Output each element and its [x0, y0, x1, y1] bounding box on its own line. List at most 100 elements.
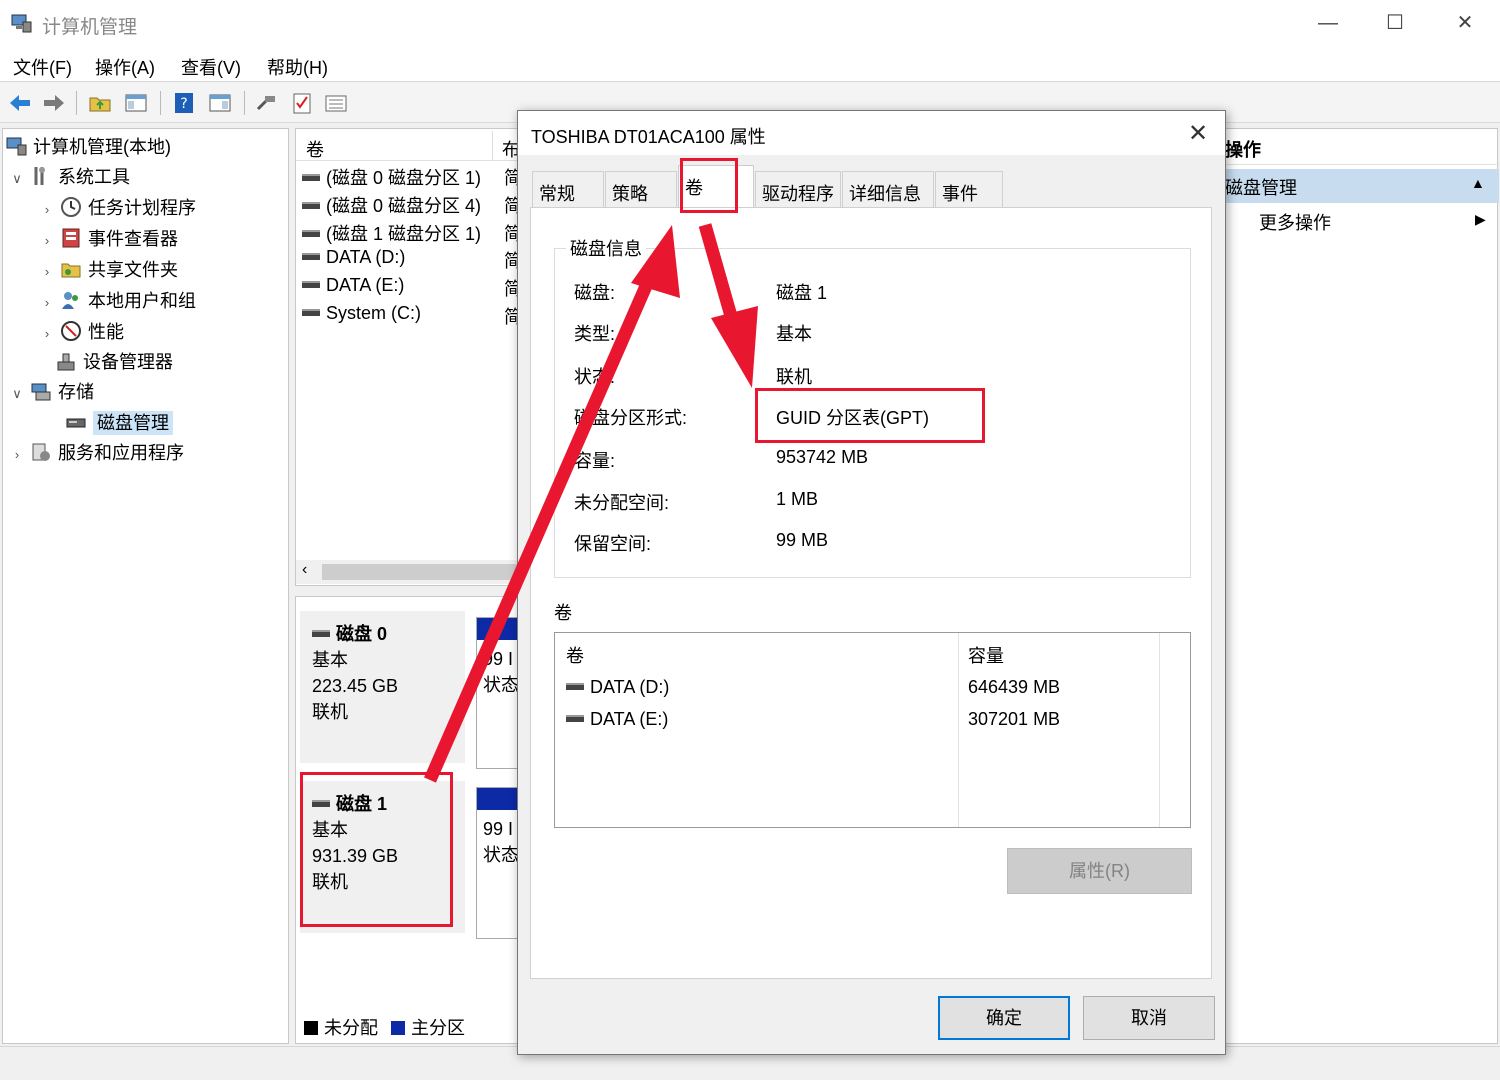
- menu-help[interactable]: 帮助(H): [267, 54, 328, 80]
- volume-row[interactable]: (磁盘 0 磁盘分区 4) 简: [302, 192, 522, 218]
- unallocated-swatch: [304, 1021, 318, 1035]
- dialog-close-icon[interactable]: ✕: [1188, 119, 1208, 148]
- show-hide-tree-icon[interactable]: [124, 91, 148, 115]
- scroll-left-icon[interactable]: ‹: [302, 561, 307, 579]
- actions-header: 操作: [1221, 129, 1499, 165]
- drive-icon: [312, 630, 330, 637]
- computer-management-icon: [11, 14, 32, 33]
- chevron-right-icon[interactable]: ›: [39, 258, 55, 286]
- tab-details[interactable]: 详细信息: [842, 171, 934, 207]
- actions-group-disk-management[interactable]: 磁盘管理 ▲: [1221, 169, 1499, 203]
- scrollbar-thumb[interactable]: [322, 564, 522, 580]
- tree-performance[interactable]: › 性能: [39, 318, 124, 346]
- field-capacity-value: 953742 MB: [776, 447, 869, 467]
- disk-properties-dialog: TOSHIBA DT01ACA100 属性 ✕ 常规 策略 卷 驱动程序 详细信…: [517, 110, 1226, 1055]
- column-header-volume[interactable]: 卷: [306, 136, 324, 162]
- menu-action[interactable]: 操作(A): [95, 54, 155, 80]
- menu-bar: 文件(F) 操作(A) 查看(V) 帮助(H): [0, 46, 1500, 82]
- event-viewer-icon: [62, 228, 80, 248]
- drive-icon: [302, 174, 320, 181]
- volume-list: 卷 布 (磁盘 0 磁盘分区 1) 简 (磁盘 0 磁盘分区 4) 简 (磁盘 1 …: [295, 128, 525, 586]
- drive-icon: [302, 309, 320, 316]
- chevron-down-icon[interactable]: ∨: [9, 380, 25, 408]
- more-actions[interactable]: 更多操作 ▶: [1259, 209, 1486, 235]
- chevron-right-icon[interactable]: ›: [39, 196, 55, 224]
- help-icon[interactable]: ?: [172, 91, 196, 115]
- volumes-header-volume[interactable]: 卷: [566, 642, 584, 668]
- tab-driver[interactable]: 驱动程序: [755, 171, 841, 207]
- show-action-pane-icon[interactable]: [208, 91, 232, 115]
- connect-icon[interactable]: [254, 91, 278, 115]
- maximize-button[interactable]: ☐: [1372, 8, 1418, 38]
- drive-icon: [302, 202, 320, 209]
- volume-row[interactable]: System (C:) 简: [302, 303, 522, 329]
- tab-events[interactable]: 事件: [935, 171, 1003, 207]
- volumes-header-capacity[interactable]: 容量: [968, 642, 1004, 668]
- field-type-value: 基本: [776, 324, 812, 344]
- tree-services-apps[interactable]: › 服务和应用程序: [9, 439, 184, 467]
- minimize-button[interactable]: —: [1305, 8, 1351, 38]
- field-reserved-value: 99 MB: [776, 530, 829, 550]
- tree-device-manager[interactable]: 设备管理器: [55, 348, 173, 376]
- forward-icon[interactable]: [42, 91, 66, 115]
- up-folder-icon[interactable]: [88, 91, 112, 115]
- drive-icon: [302, 253, 320, 260]
- field-type-label: 类型:: [574, 324, 616, 344]
- tab-volumes[interactable]: 卷: [678, 165, 754, 209]
- disk-0-box[interactable]: 磁盘 0 基本 223.45 GB 联机: [300, 611, 465, 763]
- menu-file[interactable]: 文件(F): [13, 54, 72, 80]
- horizontal-scrollbar[interactable]: ‹: [296, 560, 524, 584]
- tree-event-viewer[interactable]: › 事件查看器: [39, 225, 178, 253]
- chevron-right-icon[interactable]: ›: [9, 441, 25, 469]
- console-tree: 计算机管理(本地) ∨ 系统工具 › 任务计划程序 › 事件查看器 › 共享文件…: [2, 128, 289, 1044]
- disk-legend: 未分配 主分区: [304, 1014, 465, 1040]
- chevron-right-icon[interactable]: ›: [39, 289, 55, 317]
- chevron-right-icon[interactable]: ›: [39, 227, 55, 255]
- volume-row[interactable]: DATA (E:) 简: [302, 275, 522, 301]
- volume-row[interactable]: (磁盘 0 磁盘分区 1) 简: [302, 164, 522, 190]
- dialog-title: TOSHIBA DT01ACA100 属性: [531, 127, 766, 147]
- submenu-arrow-icon: ▶: [1475, 211, 1486, 227]
- table-row[interactable]: DATA (E:): [566, 709, 668, 730]
- volume-row[interactable]: DATA (D:) 简: [302, 247, 522, 273]
- tree-root[interactable]: 计算机管理(本地): [5, 133, 171, 161]
- checklist-icon[interactable]: [290, 91, 314, 115]
- volume-list-header: 卷 布: [296, 131, 524, 162]
- disk-map: 磁盘 0 基本 223.45 GB 联机 99 I 状态 磁盘 1 基本 931.…: [295, 596, 525, 1044]
- actions-pane: 操作 磁盘管理 ▲ 更多操作 ▶: [1220, 128, 1499, 1044]
- chevron-down-icon[interactable]: ∨: [9, 165, 25, 193]
- drive-icon: [566, 683, 584, 690]
- back-icon[interactable]: [8, 91, 32, 115]
- svg-text:?: ?: [180, 96, 187, 112]
- volumes-table: 卷 容量 DATA (D:) 646439 MB DATA (E:) 30720…: [554, 632, 1191, 828]
- tree-shared-folders[interactable]: › 共享文件夹: [39, 256, 178, 284]
- tree-disk-management[interactable]: 磁盘管理: [65, 409, 173, 437]
- tab-policies[interactable]: 策略: [605, 171, 677, 207]
- field-partition-style-value: GUID 分区表(GPT): [776, 408, 929, 428]
- title-bar: 计算机管理 — ☐ ✕: [0, 0, 1500, 46]
- disk-info-title: 磁盘信息: [566, 235, 646, 261]
- menu-view[interactable]: 查看(V): [181, 54, 241, 80]
- tab-general[interactable]: 常规: [532, 171, 604, 207]
- computer-management-icon: [6, 137, 27, 156]
- list-view-icon[interactable]: [324, 91, 348, 115]
- disk-icon: [66, 418, 86, 428]
- tree-local-users[interactable]: › 本地用户和组: [39, 287, 196, 315]
- properties-button[interactable]: 属性(R): [1007, 848, 1192, 894]
- cancel-button[interactable]: 取消: [1083, 996, 1215, 1040]
- close-button[interactable]: ✕: [1442, 8, 1488, 38]
- drive-icon: [302, 281, 320, 288]
- ok-button[interactable]: 确定: [938, 996, 1070, 1040]
- tree-system-tools[interactable]: ∨ 系统工具: [9, 163, 130, 191]
- field-unallocated-label: 未分配空间:: [574, 493, 670, 513]
- tree-task-scheduler[interactable]: › 任务计划程序: [39, 194, 196, 222]
- tree-storage[interactable]: ∨ 存储: [9, 378, 94, 406]
- volume-row[interactable]: (磁盘 1 磁盘分区 1) 简: [302, 220, 522, 246]
- collapse-icon[interactable]: ▲: [1471, 175, 1485, 191]
- disk-1-box[interactable]: 磁盘 1 基本 931.39 GB 联机: [300, 781, 465, 933]
- table-row[interactable]: DATA (D:): [566, 677, 669, 698]
- window-title: 计算机管理: [42, 17, 138, 38]
- chevron-right-icon[interactable]: ›: [39, 320, 55, 348]
- drive-icon: [312, 800, 330, 807]
- storage-icon: [31, 383, 51, 401]
